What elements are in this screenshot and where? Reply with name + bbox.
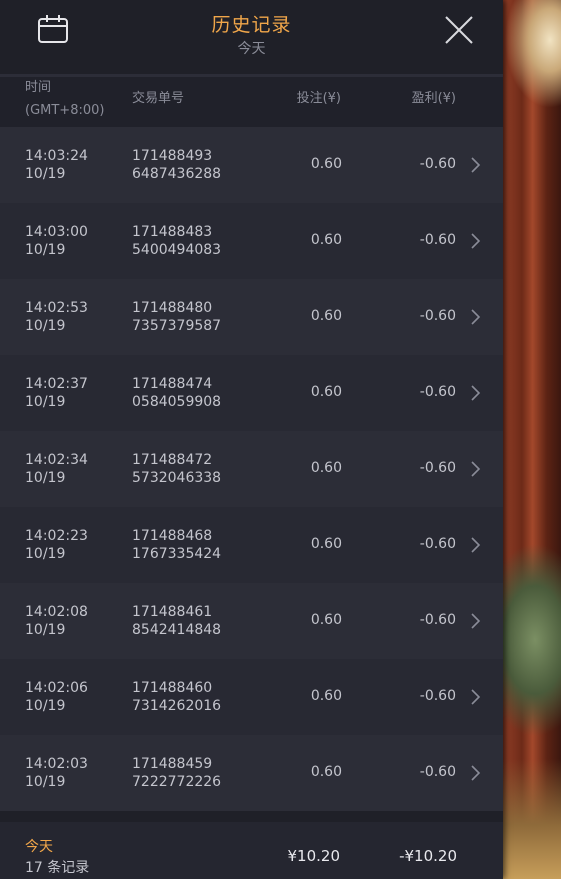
row-profit: -0.60 [419, 156, 456, 172]
history-panel: 历史记录 今天 时间 (GMT+8:00) 交易单号 投注(¥) 盈利(¥) 1… [0, 0, 503, 879]
summary-footer: 今天 17 条记录 ¥10.20 -¥10.20 [0, 822, 503, 879]
row-time: 14:02:06 10/19 [25, 680, 88, 714]
row-bet: 0.60 [310, 156, 342, 172]
row-bet: 0.60 [310, 764, 342, 780]
row-order-number: 171488472 5732046338 [132, 452, 222, 486]
row-time: 14:02:37 10/19 [25, 376, 88, 410]
row-time: 14:02:08 10/19 [25, 604, 88, 638]
row-time: 14:02:23 10/19 [25, 528, 88, 562]
table-row[interactable]: 14:03:24 10/19 171488493 6487436288 0.60 -… [0, 127, 503, 203]
row-time: 14:03:00 10/19 [25, 224, 88, 258]
chevron-right-icon[interactable] [469, 460, 481, 478]
chevron-right-icon[interactable] [469, 764, 481, 782]
row-profit: -0.60 [419, 764, 456, 780]
row-profit: -0.60 [419, 612, 456, 628]
panel-header: 历史记录 今天 [0, 0, 503, 77]
chevron-right-icon[interactable] [469, 612, 481, 630]
row-order-number: 171488461 8542414848 [132, 604, 222, 638]
row-profit: -0.60 [419, 232, 456, 248]
close-icon[interactable] [443, 14, 475, 46]
row-profit: -0.60 [419, 384, 456, 400]
chevron-right-icon[interactable] [469, 384, 481, 402]
row-bet: 0.60 [310, 612, 342, 628]
chevron-right-icon[interactable] [469, 308, 481, 326]
table-row[interactable]: 14:02:08 10/19 171488461 8542414848 0.60 -… [0, 583, 503, 659]
summary-period: 今天 [25, 839, 53, 855]
column-header-order: 交易单号 [132, 91, 185, 106]
row-bet: 0.60 [310, 688, 342, 704]
row-bet: 0.60 [310, 460, 342, 476]
table-row[interactable]: 14:02:23 10/19 171488468 1767335424 0.60 -… [0, 507, 503, 583]
row-profit: -0.60 [419, 308, 456, 324]
row-order-number: 171488493 6487436288 [132, 148, 222, 182]
column-header-profit: 盈利(¥) [411, 91, 456, 106]
column-header-timezone: (GMT+8:00) [25, 103, 105, 118]
table-row[interactable]: 14:02:06 10/19 171488460 7314262016 0.60 -… [0, 659, 503, 735]
row-order-number: 171488480 7357379587 [132, 300, 222, 334]
chevron-right-icon[interactable] [469, 688, 481, 706]
date-filter-label: 今天 [237, 41, 266, 57]
total-profit: -¥10.20 [399, 847, 457, 865]
chevron-right-icon[interactable] [469, 232, 481, 250]
row-bet: 0.60 [310, 308, 342, 324]
column-header-row: 时间 (GMT+8:00) 交易单号 投注(¥) 盈利(¥) [0, 77, 503, 127]
page-title: 历史记录 [211, 14, 292, 36]
total-bet: ¥10.20 [287, 847, 341, 865]
row-time: 14:02:34 10/19 [25, 452, 88, 486]
row-time: 14:02:53 10/19 [25, 300, 88, 334]
row-order-number: 171488459 7222772226 [132, 756, 222, 790]
row-order-number: 171488460 7314262016 [132, 680, 222, 714]
column-header-time: 时间 [25, 80, 52, 95]
row-order-number: 171488474 0584059908 [132, 376, 222, 410]
row-bet: 0.60 [310, 232, 342, 248]
table-row[interactable]: 14:03:00 10/19 171488483 5400494083 0.60 -… [0, 203, 503, 279]
table-row[interactable]: 14:02:37 10/19 171488474 0584059908 0.60 -… [0, 355, 503, 431]
column-header-bet: 投注(¥) [296, 91, 341, 106]
row-order-number: 171488483 5400494083 [132, 224, 222, 258]
history-list: 14:03:24 10/19 171488493 6487436288 0.60 -… [0, 127, 503, 811]
row-profit: -0.60 [419, 460, 456, 476]
row-bet: 0.60 [310, 536, 342, 552]
row-bet: 0.60 [310, 384, 342, 400]
chevron-right-icon[interactable] [469, 536, 481, 554]
row-profit: -0.60 [419, 688, 456, 704]
table-row[interactable]: 14:02:03 10/19 171488459 7222772226 0.60 -… [0, 735, 503, 811]
record-count: 17 条记录 [25, 860, 90, 876]
row-order-number: 171488468 1767335424 [132, 528, 222, 562]
table-row[interactable]: 14:02:53 10/19 171488480 7357379587 0.60 -… [0, 279, 503, 355]
row-profit: -0.60 [419, 536, 456, 552]
table-row[interactable]: 14:02:34 10/19 171488472 5732046338 0.60 -… [0, 431, 503, 507]
chevron-right-icon[interactable] [469, 156, 481, 174]
row-time: 14:02:03 10/19 [25, 756, 88, 790]
row-time: 14:03:24 10/19 [25, 148, 88, 182]
